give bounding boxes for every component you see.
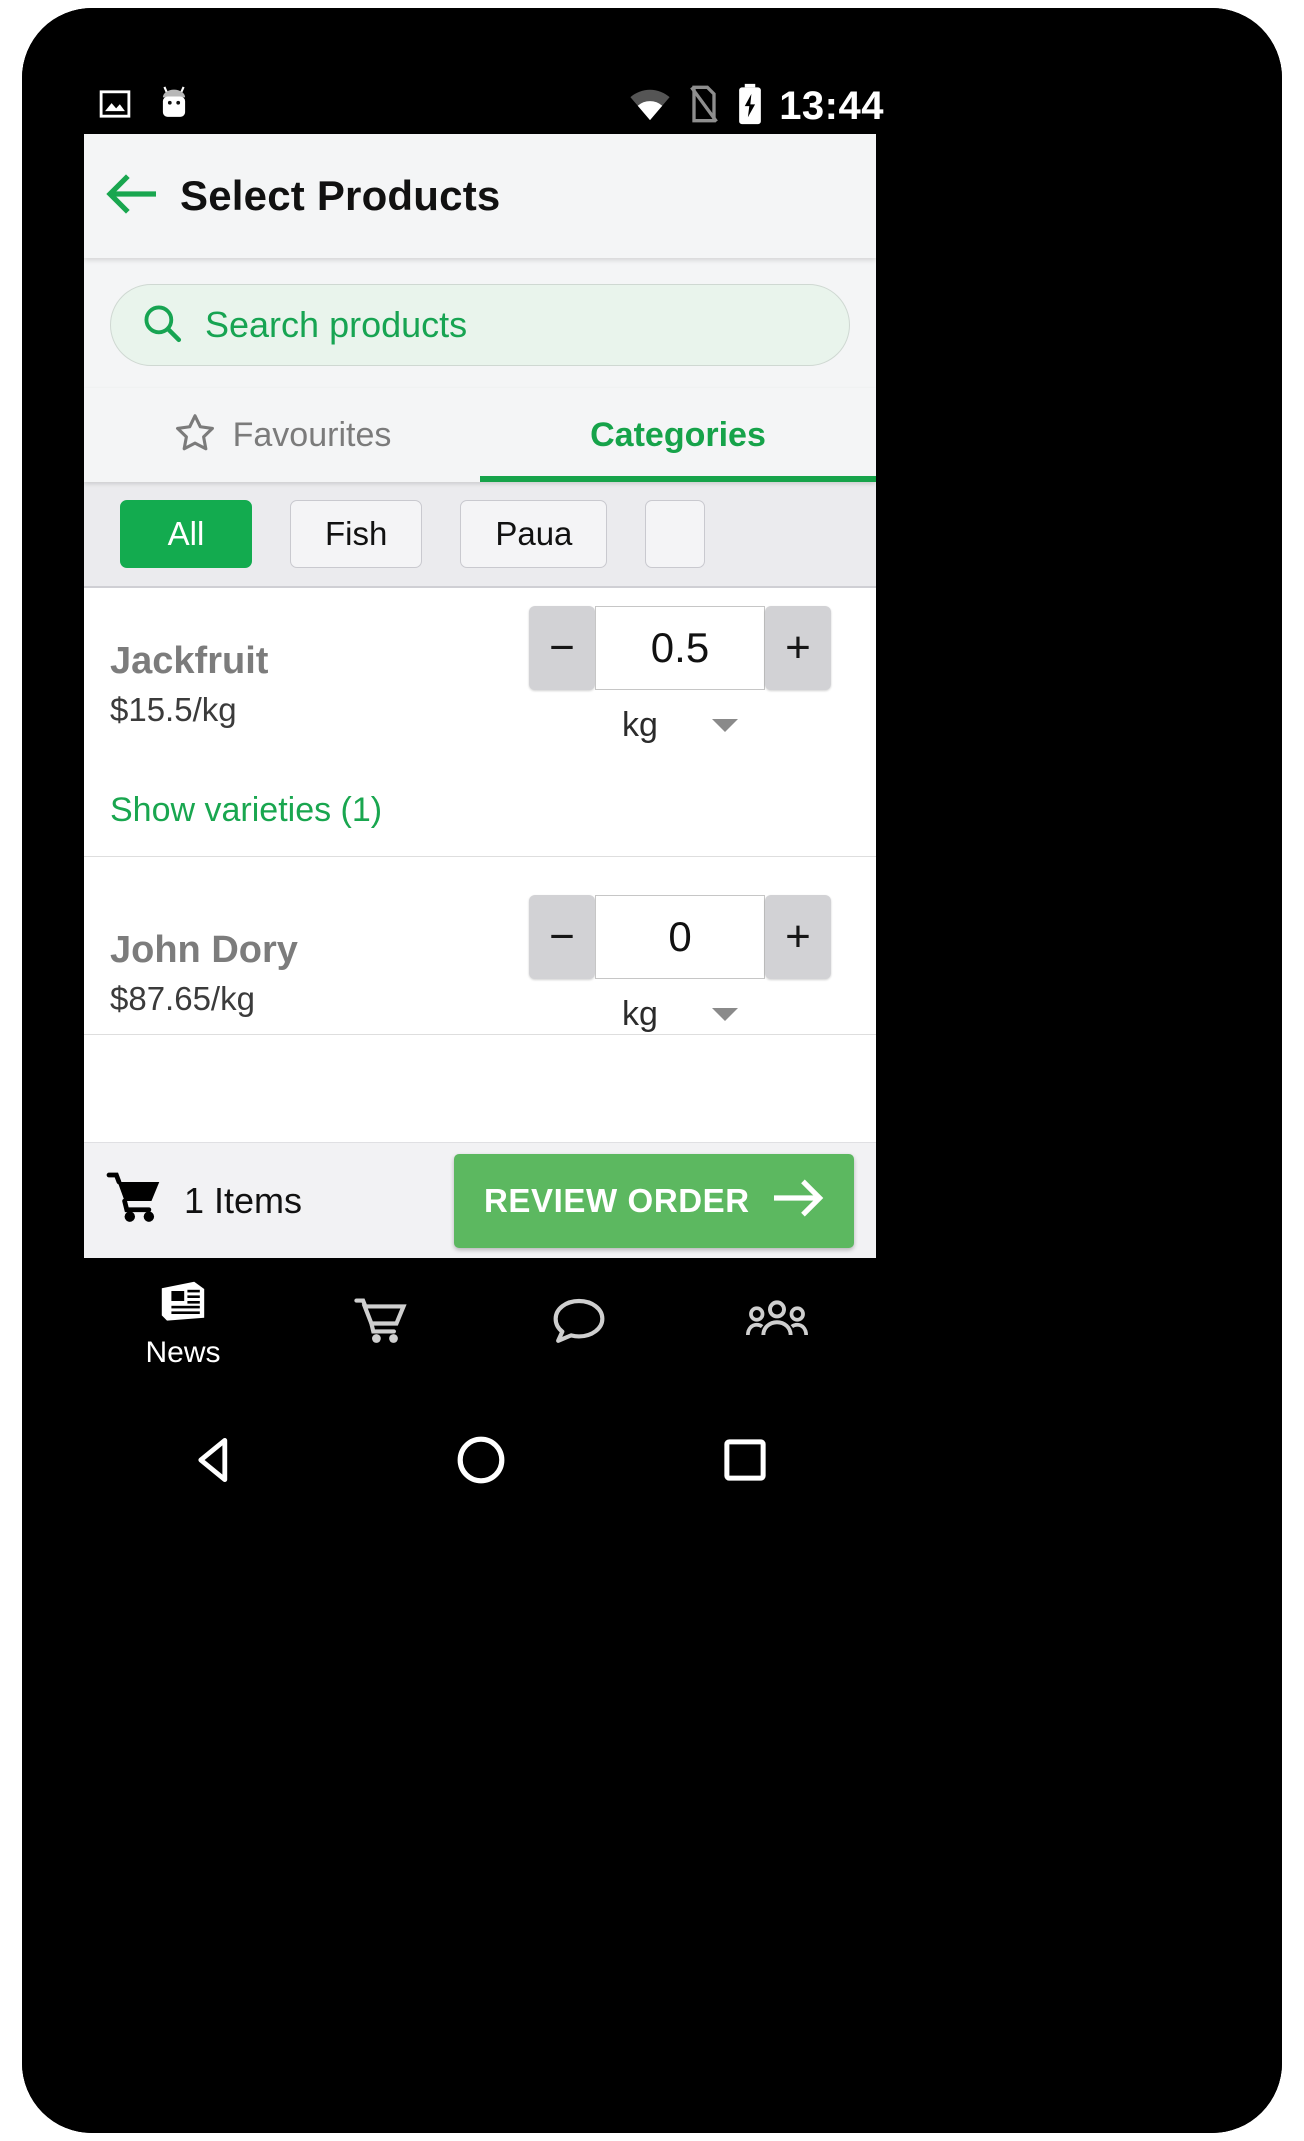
quantity-input[interactable]: 0.5	[595, 606, 765, 690]
android-mascot-icon	[156, 84, 192, 129]
minus-icon: −	[549, 623, 575, 672]
shopping-cart-icon	[106, 1172, 164, 1229]
unit-label: kg	[622, 995, 658, 1033]
quantity-stepper: − 0.5 +	[529, 606, 831, 690]
chevron-down-icon	[711, 719, 738, 732]
back-triangle-icon[interactable]	[188, 1432, 244, 1488]
people-group-icon	[746, 1298, 808, 1349]
android-system-nav	[84, 1400, 876, 1520]
search-input[interactable]: Search products	[110, 284, 850, 366]
product-info: John Dory $87.65/kg	[110, 895, 510, 1018]
increment-button[interactable]: +	[765, 606, 831, 690]
bottom-navigation: News	[84, 1258, 876, 1388]
tab-categories[interactable]: Categories	[480, 388, 876, 482]
nav-item-cart[interactable]	[282, 1296, 480, 1351]
order-action-bar: 1 Items REVIEW ORDER	[84, 1142, 876, 1258]
chip-next-partial[interactable]	[645, 500, 706, 568]
cart-summary: 1 Items	[106, 1172, 454, 1229]
chat-bubble-icon	[550, 1296, 608, 1351]
product-quantity-controls: − 0.5 + kg	[510, 606, 850, 745]
home-circle-icon[interactable]	[453, 1432, 509, 1488]
shopping-cart-icon	[353, 1296, 409, 1351]
arrow-left-icon	[104, 172, 160, 221]
decrement-button[interactable]: −	[529, 606, 595, 690]
image-icon	[98, 87, 132, 126]
unit-select[interactable]: kg	[622, 995, 738, 1034]
review-order-label: REVIEW ORDER	[484, 1181, 750, 1219]
tab-favourites-label: Favourites	[232, 415, 392, 454]
nav-item-news-label: News	[145, 1335, 221, 1369]
battery-charging-icon	[737, 83, 763, 130]
nav-item-news[interactable]: News	[84, 1277, 282, 1370]
cart-item-count: 1 Items	[184, 1179, 303, 1221]
quantity-input[interactable]: 0	[595, 895, 765, 979]
newspaper-icon	[155, 1277, 211, 1330]
review-order-button[interactable]: REVIEW ORDER	[454, 1153, 854, 1248]
unit-label: kg	[622, 706, 658, 744]
minus-icon: −	[549, 912, 575, 961]
product-info: Jackfruit $15.5/kg	[110, 606, 510, 729]
decrement-button[interactable]: −	[529, 895, 595, 979]
plus-icon: +	[785, 623, 811, 672]
chevron-down-icon	[711, 1008, 738, 1021]
increment-button[interactable]: +	[765, 895, 831, 979]
product-main-row: John Dory $87.65/kg − 0 + kg	[110, 895, 850, 1034]
tab-active-indicator	[480, 476, 876, 482]
product-main-row: Jackfruit $15.5/kg − 0.5 + kg	[110, 606, 850, 745]
unit-select[interactable]: kg	[622, 706, 738, 745]
search-icon	[141, 302, 183, 349]
app-window: Select Products Search products Favourit…	[84, 134, 876, 1258]
page-title: Select Products	[180, 172, 501, 219]
quantity-stepper: − 0 +	[529, 895, 831, 979]
recents-square-icon[interactable]	[718, 1433, 772, 1487]
search-placeholder: Search products	[205, 304, 468, 345]
product-price: $87.65/kg	[110, 979, 255, 1017]
nav-item-chat[interactable]	[480, 1296, 678, 1351]
wifi-icon	[629, 86, 671, 127]
product-row-john-dory: John Dory $87.65/kg − 0 + kg	[84, 857, 876, 1035]
arrow-right-icon	[772, 1178, 824, 1223]
chip-paua[interactable]: Paua	[460, 500, 608, 568]
tab-bar: Favourites Categories	[84, 388, 876, 482]
status-bar-right-icons: 13:44	[629, 78, 884, 134]
product-name: Jackfruit	[110, 640, 269, 682]
search-area: Search products	[84, 258, 876, 388]
product-quantity-controls: − 0 + kg	[510, 895, 850, 1034]
tab-categories-label: Categories	[590, 415, 766, 454]
product-name: John Dory	[110, 929, 298, 971]
status-bar: 13:44	[84, 78, 884, 134]
status-bar-clock: 13:44	[779, 84, 884, 128]
no-sim-icon	[687, 84, 721, 129]
nav-item-contacts[interactable]	[678, 1298, 876, 1349]
product-row-jackfruit: Jackfruit $15.5/kg − 0.5 + kg Show varie…	[84, 588, 876, 857]
category-chip-row[interactable]: All Fish Paua	[84, 482, 876, 588]
app-toolbar: Select Products	[84, 134, 876, 258]
back-button[interactable]	[84, 172, 180, 221]
show-varieties-link[interactable]: Show varieties (1)	[110, 745, 850, 856]
chip-fish[interactable]: Fish	[290, 500, 423, 568]
star-outline-icon	[173, 411, 217, 460]
tab-favourites[interactable]: Favourites	[84, 388, 480, 482]
product-price: $15.5/kg	[110, 690, 237, 728]
chip-all[interactable]: All	[120, 500, 252, 568]
status-bar-left-icons	[98, 84, 192, 129]
screenshot-root: 13:44 Select Products Search products Fa…	[0, 0, 1304, 2141]
plus-icon: +	[785, 912, 811, 961]
